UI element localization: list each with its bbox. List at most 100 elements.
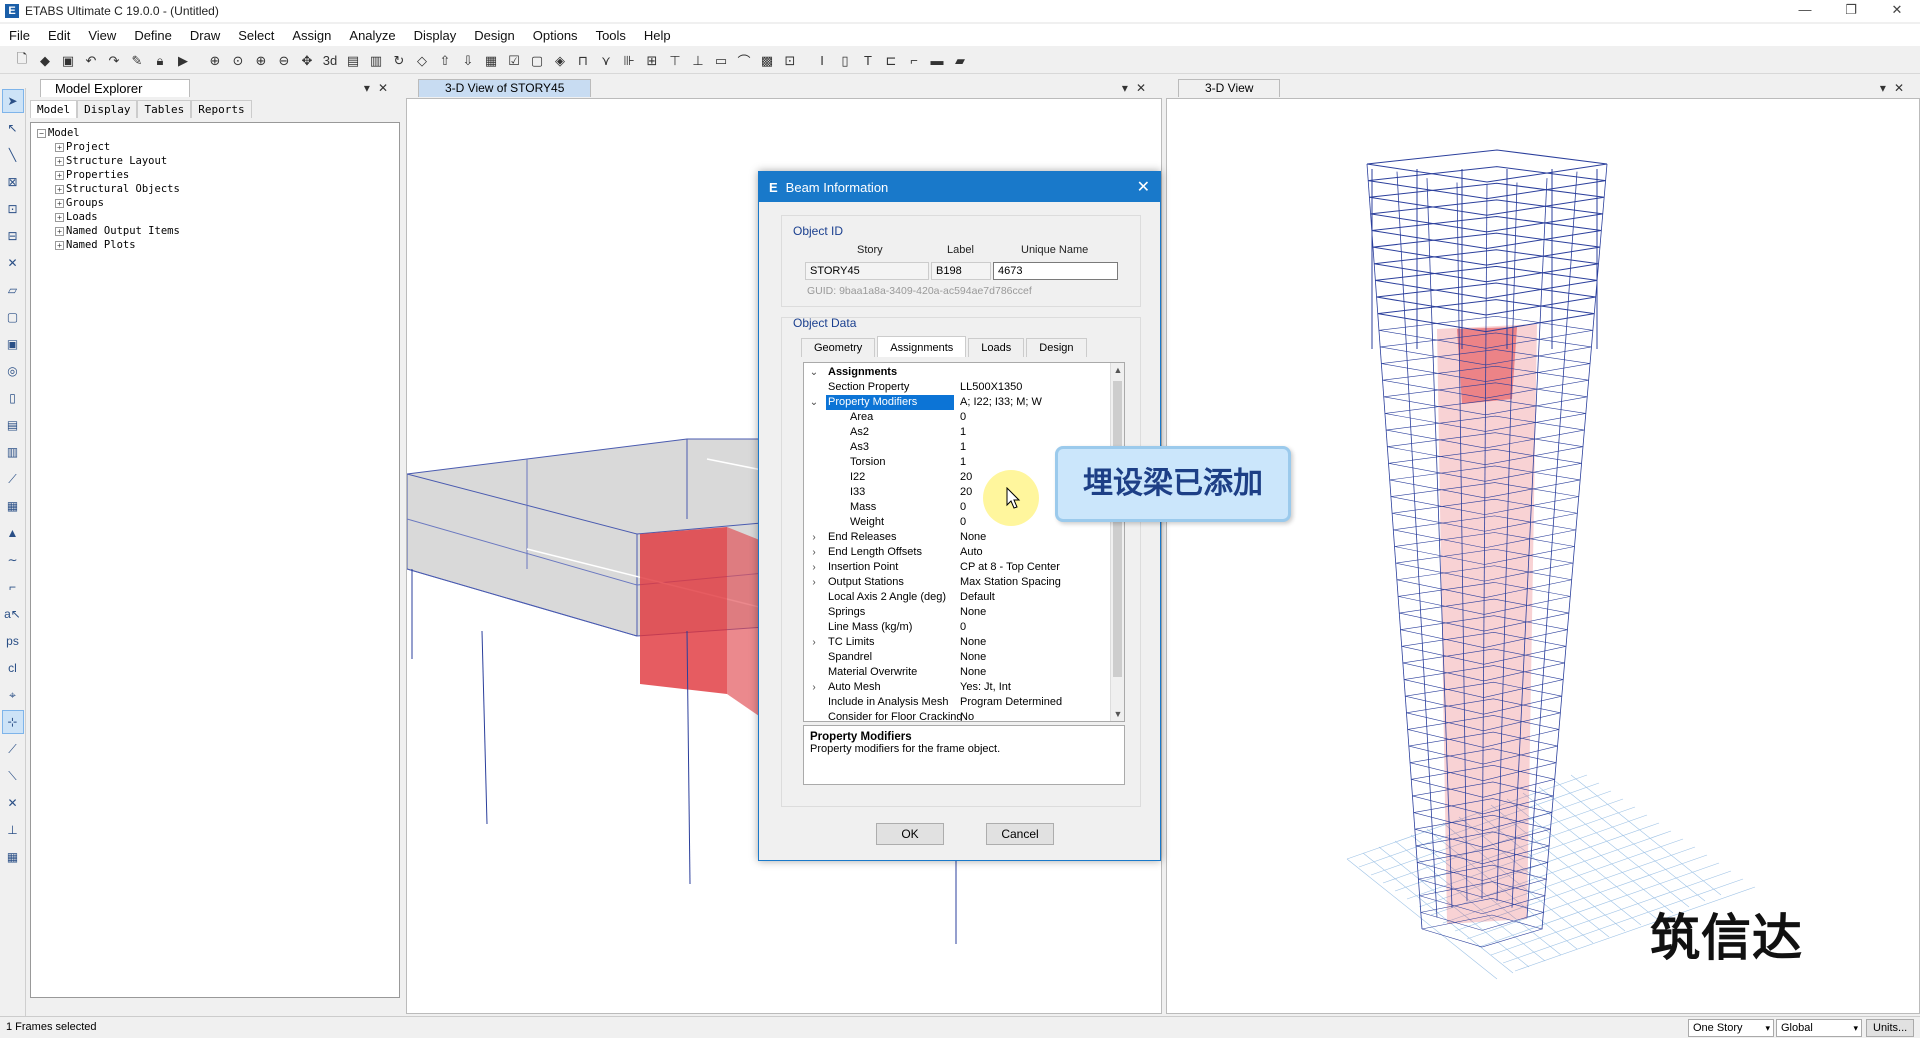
property-row[interactable]: Local Axis 2 Angle (deg) Default	[804, 590, 1124, 605]
scroll-thumb[interactable]	[1113, 381, 1122, 677]
tree-node[interactable]: + Groups	[37, 196, 393, 210]
snap-perpendicular-icon[interactable]: ⊥	[3, 819, 23, 841]
tree-node-model[interactable]: − Model	[37, 126, 393, 140]
property-row[interactable]: › End Releases None	[804, 530, 1124, 545]
unique-name-field[interactable]: 4673	[993, 262, 1118, 280]
expand-toggle-icon[interactable]: ›	[808, 635, 820, 650]
draw-column-icon[interactable]: ⊡	[3, 198, 23, 220]
tree-node[interactable]: + Properties	[37, 168, 393, 182]
right-3d-viewport[interactable]	[1166, 98, 1920, 1014]
property-row[interactable]: Area 0	[804, 410, 1124, 425]
explorer-tab-model[interactable]: Model	[30, 100, 78, 118]
explorer-tab-tables[interactable]: Tables	[137, 100, 192, 118]
tree-node[interactable]: + Loads	[37, 210, 393, 224]
reshape-icon[interactable]: ↖	[3, 117, 23, 139]
expand-icon[interactable]: +	[55, 142, 64, 152]
tab-loads[interactable]: Loads	[968, 338, 1025, 357]
tab-design[interactable]: Design	[1026, 338, 1087, 357]
draw-link-icon[interactable]: ⟋	[3, 468, 23, 490]
right-view-tab[interactable]: 3-D View	[1178, 79, 1281, 97]
expand-toggle-icon[interactable]: ›	[808, 560, 820, 575]
tree-node[interactable]: + Structural Objects	[37, 182, 393, 196]
panel-dropdown-icon[interactable]: ▾	[364, 81, 378, 95]
zoom-in-icon[interactable]: ⊕	[251, 51, 271, 71]
property-value[interactable]: No	[960, 710, 974, 721]
pencil-icon[interactable]: ✎	[127, 51, 147, 71]
property-value[interactable]: 0	[960, 515, 966, 530]
property-value[interactable]: 1	[960, 455, 966, 470]
snap-points-icon[interactable]: ⊹	[1, 710, 24, 734]
save-icon[interactable]: ▣	[58, 51, 78, 71]
expand-toggle-icon[interactable]: ›	[808, 545, 820, 560]
property-value[interactable]: Default	[960, 590, 995, 605]
lock-icon[interactable]: 🔒︎	[150, 51, 170, 71]
explorer-tab-reports[interactable]: Reports	[191, 100, 252, 118]
expand-toggle-icon[interactable]: ›	[808, 680, 820, 695]
left-view-tab[interactable]: 3-D View of STORY45	[418, 79, 592, 97]
property-row[interactable]: › End Length Offsets Auto	[804, 545, 1124, 560]
perspective-icon[interactable]: ◇	[412, 51, 432, 71]
select-previous-icon[interactable]: ps	[3, 630, 23, 652]
snap-ends-icon[interactable]: ⟋	[3, 738, 23, 760]
draw-wall-icon[interactable]: ▯	[3, 387, 23, 409]
draw-cross-icon[interactable]: ✕	[3, 252, 23, 274]
expand-icon[interactable]: +	[55, 198, 64, 208]
move-down-icon[interactable]: ⇩	[458, 51, 478, 71]
property-value[interactable]: LL500X1350	[960, 380, 1022, 395]
select-all-icon[interactable]: a↖	[3, 603, 23, 625]
draw-rect-icon[interactable]: ▢	[3, 306, 23, 328]
expand-icon[interactable]: +	[55, 212, 64, 222]
property-row[interactable]: › Insertion Point CP at 8 - Top Center	[804, 560, 1124, 575]
property-value[interactable]: A; I22; I33; M; W	[960, 395, 1042, 410]
menu-draw[interactable]: Draw	[181, 28, 229, 43]
tree-node[interactable]: + Project	[37, 140, 393, 154]
zoom-restore-icon[interactable]: ⊙	[228, 51, 248, 71]
property-value[interactable]: Program Determined	[960, 695, 1062, 710]
menu-analyze[interactable]: Analyze	[340, 28, 404, 43]
section-cut-icon[interactable]: ⊥	[688, 51, 708, 71]
plan-view-icon[interactable]: ▤	[343, 51, 363, 71]
section-channel-icon[interactable]: ⊏	[881, 51, 901, 71]
menu-design[interactable]: Design	[465, 28, 523, 43]
view-3d-icon[interactable]: 3d	[320, 51, 340, 71]
draw-beam-icon[interactable]: ⊠	[3, 171, 23, 193]
property-value[interactable]: Yes: Jt, Int	[960, 680, 1011, 695]
draw-cone-icon[interactable]: ▲	[3, 522, 23, 544]
view-close-icon[interactable]: ✕	[1894, 81, 1912, 95]
pan-icon[interactable]: ✥	[297, 51, 317, 71]
property-value[interactable]: None	[960, 530, 986, 545]
extrude-icon[interactable]: ◈	[550, 51, 570, 71]
draw-brace-icon[interactable]: ⊟	[3, 225, 23, 247]
check-icon[interactable]: ☑	[504, 51, 524, 71]
property-row[interactable]: Material Overwrite None	[804, 665, 1124, 680]
zoom-window-icon[interactable]: ⊕	[205, 51, 225, 71]
minimize-button[interactable]: —	[1782, 0, 1828, 22]
collapse-icon[interactable]: −	[37, 128, 46, 138]
property-row[interactable]: Spandrel None	[804, 650, 1124, 665]
close-window-button[interactable]: ✕	[1874, 0, 1920, 22]
section-pipe-icon[interactable]: ▬	[927, 51, 947, 71]
property-row[interactable]: › TC Limits None	[804, 635, 1124, 650]
snap-icon[interactable]: ⌖	[3, 684, 23, 706]
property-row[interactable]: Consider for Floor Cracking No	[804, 710, 1124, 721]
property-row[interactable]: As2 1	[804, 425, 1124, 440]
menu-assign[interactable]: Assign	[283, 28, 340, 43]
tree-node[interactable]: + Named Output Items	[37, 224, 393, 238]
menu-define[interactable]: Define	[125, 28, 181, 43]
expand-toggle-icon[interactable]: ›	[808, 530, 820, 545]
property-row[interactable]: › Output Stations Max Station Spacing	[804, 575, 1124, 590]
view-close-icon[interactable]: ✕	[1136, 81, 1154, 95]
draw-area-icon[interactable]: ▱	[3, 279, 23, 301]
section-rect-icon[interactable]: ▰	[950, 51, 970, 71]
draw-table-icon[interactable]: ▦	[3, 495, 23, 517]
property-row[interactable]: Include in Analysis Mesh Program Determin…	[804, 695, 1124, 710]
menu-options[interactable]: Options	[524, 28, 587, 43]
run-icon[interactable]: ▶	[173, 51, 193, 71]
column-icon[interactable]: ⊪	[619, 51, 639, 71]
draw-dimension-icon[interactable]: ⌐	[3, 576, 23, 598]
expand-toggle-icon[interactable]: ⌄	[808, 365, 820, 380]
expand-icon[interactable]: +	[55, 156, 64, 166]
menu-view[interactable]: View	[79, 28, 125, 43]
scroll-up-icon[interactable]: ▲	[1111, 365, 1124, 375]
frame-icon[interactable]: ⊓	[573, 51, 593, 71]
